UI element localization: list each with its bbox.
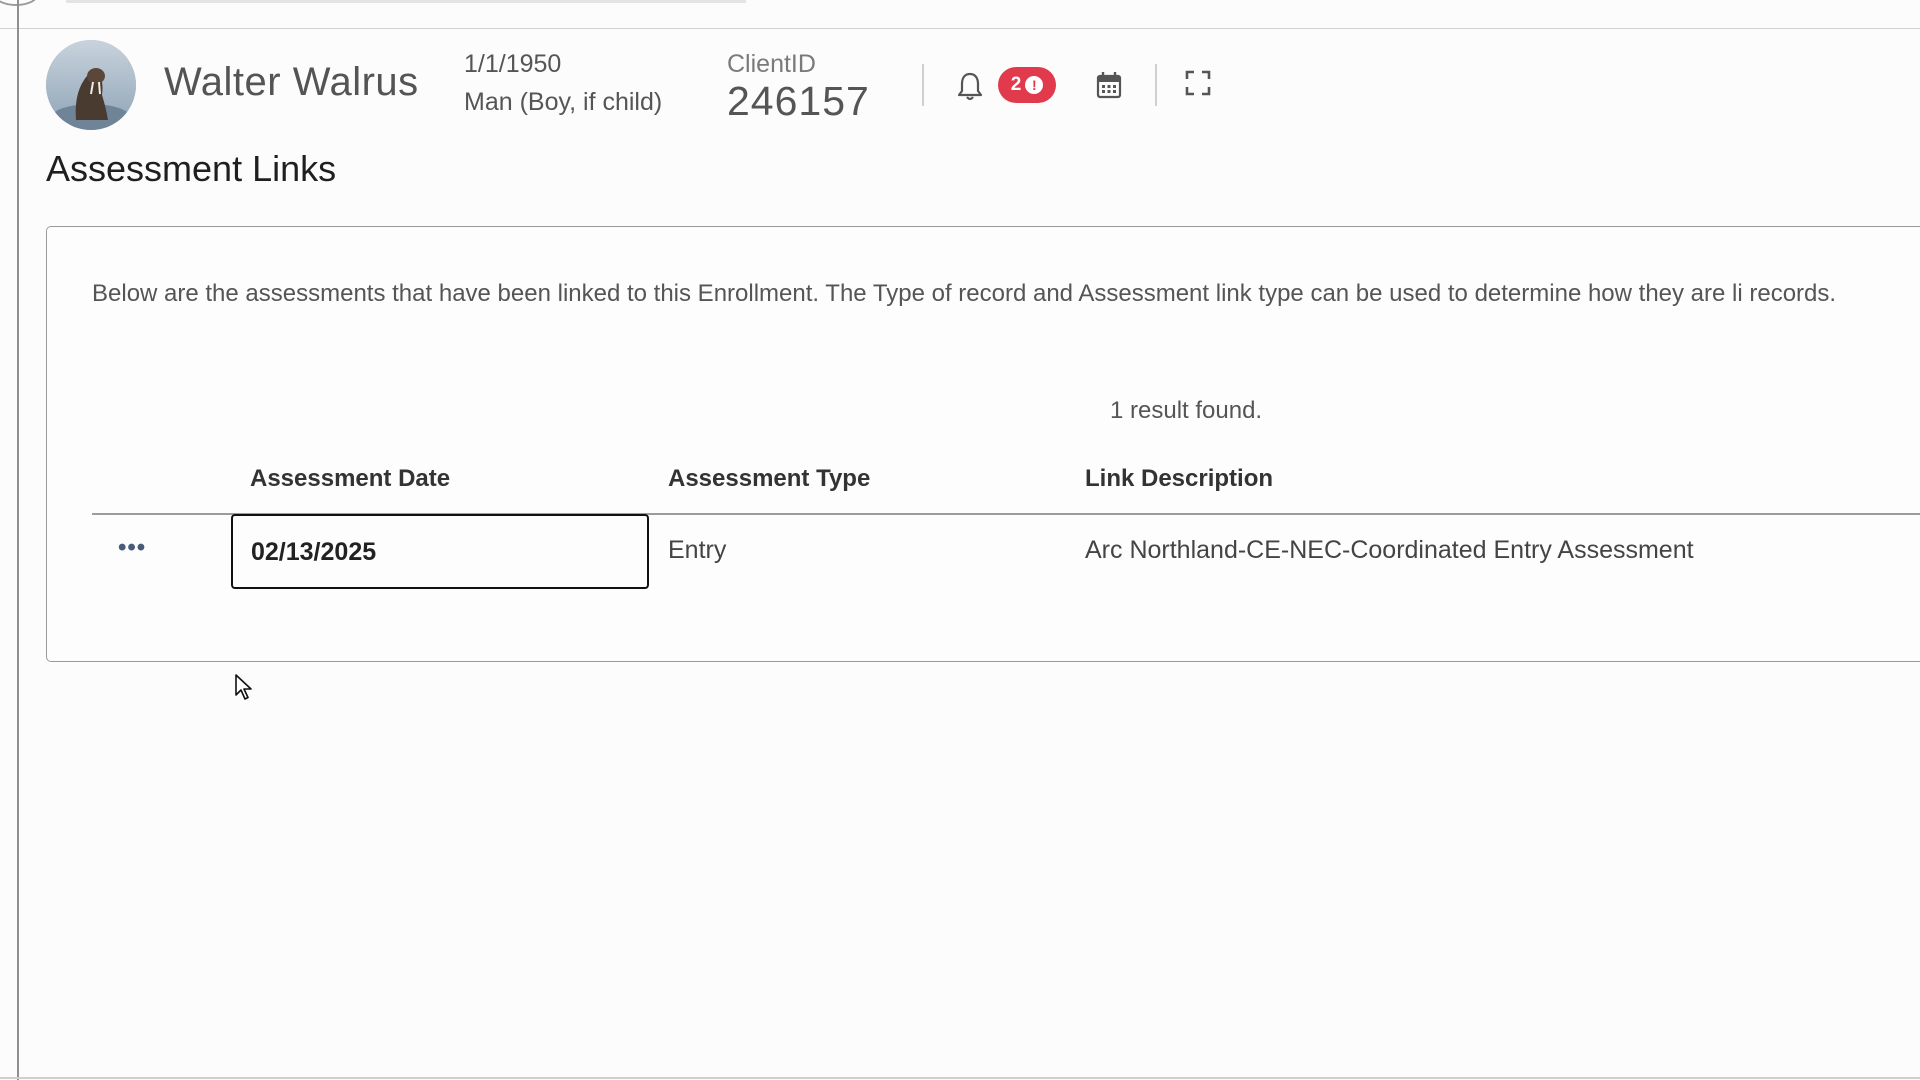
- bottom-divider: [0, 1077, 1920, 1079]
- client-dob: 1/1/1950: [464, 50, 562, 78]
- calendar-icon[interactable]: [1095, 70, 1123, 100]
- client-id-label: ClientID: [727, 50, 816, 78]
- assessment-type-cell: Entry: [668, 536, 727, 564]
- column-header-link-description[interactable]: Link Description: [1085, 465, 1273, 493]
- column-header-assessment-type[interactable]: Assessment Type: [668, 465, 870, 493]
- bell-icon[interactable]: [955, 70, 985, 102]
- result-count: 1 result found.: [1110, 397, 1263, 424]
- assessment-date-cell[interactable]: 02/13/2025: [231, 514, 649, 589]
- header-separator: [922, 64, 924, 106]
- mouse-cursor: [234, 673, 254, 701]
- left-divider: [17, 0, 19, 1080]
- page-title: Assessment Links: [46, 148, 337, 189]
- notification-count: 2: [1010, 74, 1022, 95]
- client-id-value: 246157: [727, 78, 870, 124]
- client-header: Walter Walrus 1/1/1950 Man (Boy, if chil…: [0, 0, 1920, 140]
- client-name: Walter Walrus: [164, 60, 419, 104]
- walrus-photo: [46, 40, 136, 130]
- assessment-date-value: 02/13/2025: [251, 538, 377, 566]
- more-actions-icon[interactable]: •••: [118, 534, 146, 562]
- notification-badge[interactable]: 2 !: [998, 67, 1056, 103]
- link-description-cell: Arc Northland-CE-NEC-Coordinated Entry A…: [1085, 536, 1694, 564]
- column-header-assessment-date[interactable]: Assessment Date: [250, 465, 450, 493]
- header-separator: [1155, 64, 1157, 106]
- avatar[interactable]: [46, 40, 136, 130]
- expand-icon[interactable]: [1185, 70, 1211, 96]
- alert-icon: !: [1025, 76, 1044, 94]
- client-gender: Man (Boy, if child): [464, 88, 663, 116]
- intro-text: Below are the assessments that have been…: [92, 280, 1837, 307]
